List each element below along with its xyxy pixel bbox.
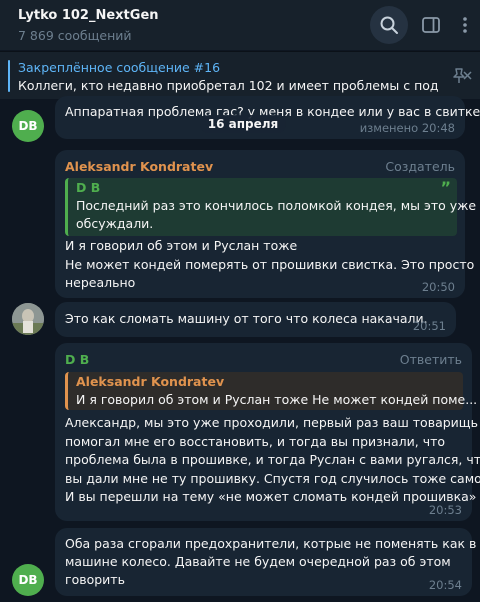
quote-line: обсуждали. xyxy=(76,216,154,231)
date-separator: 16 апреля xyxy=(200,115,286,133)
message-line: машине колесо. Давайте не будем очередно… xyxy=(65,554,451,569)
member-count: 7 869 сообщений xyxy=(18,28,132,43)
search-button[interactable] xyxy=(370,6,408,44)
search-icon xyxy=(380,16,398,34)
message-time: 20:53 xyxy=(428,503,462,517)
message-bubble[interactable]: Оба раза сгорали предохранители, котрые … xyxy=(55,528,476,596)
message-line: И вы перешли на тему «не может сломать к… xyxy=(65,489,477,504)
pinned-title: Закреплённое сообщение #16 xyxy=(18,60,221,75)
avatar[interactable] xyxy=(12,303,44,335)
sender-name[interactable]: Aleksandr Kondratev xyxy=(65,159,213,174)
message-line: И я говорил об этом и Руслан тоже xyxy=(65,238,298,253)
message-line: проблема была в прошивке, и тогда Руслан… xyxy=(65,452,480,467)
chat-title[interactable]: Lytko 102_NextGen xyxy=(18,8,159,23)
message-time: 20:54 xyxy=(428,578,462,592)
avatar-photo xyxy=(12,303,44,335)
pinned-text: Коллеги, кто недавно приобретал 102 и им… xyxy=(18,78,438,93)
message-line: вы дали мне не ту прошивку. Спустя год с… xyxy=(65,471,480,486)
chat-header[interactable]: Lytko 102_NextGen 7 869 сообщений xyxy=(0,0,480,50)
side-panel-button[interactable] xyxy=(412,6,450,44)
message-line: нереально xyxy=(65,275,136,290)
more-icon xyxy=(463,17,467,33)
quote-mark-icon: ” xyxy=(440,178,451,197)
more-button[interactable] xyxy=(446,6,480,44)
message-line: помогал мне его восстановить, и тогда вы… xyxy=(65,434,446,449)
message-bubble[interactable]: Aleksandr Kondratev Создатель D B ” Посл… xyxy=(55,150,476,298)
sender-role: Создатель xyxy=(385,159,455,174)
side-panel-icon xyxy=(422,17,440,33)
message-bubble[interactable]: Это как сломать машину от того что колес… xyxy=(55,302,456,337)
reply-quote[interactable]: Aleksandr Kondratev И я говорил об этом … xyxy=(65,372,477,410)
reply-quote[interactable]: D B ” Последний раз это кончилось поломк… xyxy=(65,178,476,236)
quote-line: И я говорил об этом и Руслан тоже Не мож… xyxy=(76,392,478,407)
message-line: Не может кондей померять от прошивки сви… xyxy=(65,257,475,272)
avatar[interactable]: DB xyxy=(12,564,44,596)
unpin-button[interactable] xyxy=(450,66,472,90)
unpin-icon xyxy=(453,68,472,83)
message-text: Это как сломать машину от того что колес… xyxy=(65,311,428,326)
pinned-message-bar[interactable]: Закреплённое сообщение #16 Коллеги, кто … xyxy=(0,51,480,99)
message-time: 20:51 xyxy=(412,319,446,333)
sender-name[interactable]: D B xyxy=(65,352,89,367)
message-time: 20:50 xyxy=(421,280,455,294)
avatar[interactable]: DB xyxy=(12,110,44,142)
quote-line: Последний раз это кончилось поломкой кон… xyxy=(76,198,477,213)
pinned-indicator xyxy=(8,60,10,92)
quote-sender: Aleksandr Kondratev xyxy=(76,374,225,389)
message-line: Оба раза сгорали предохранители, котрые … xyxy=(65,536,477,551)
message-line: говорить xyxy=(65,572,125,587)
message-bubble[interactable]: D B Ответить Aleksandr Kondratev И я гов… xyxy=(55,343,480,521)
quote-sender: D B xyxy=(76,180,101,195)
reply-button[interactable]: Ответить xyxy=(400,352,462,367)
message-line: Александр, мы это уже проходили, первый … xyxy=(65,415,478,430)
message-time: изменено 20:48 xyxy=(359,121,455,135)
